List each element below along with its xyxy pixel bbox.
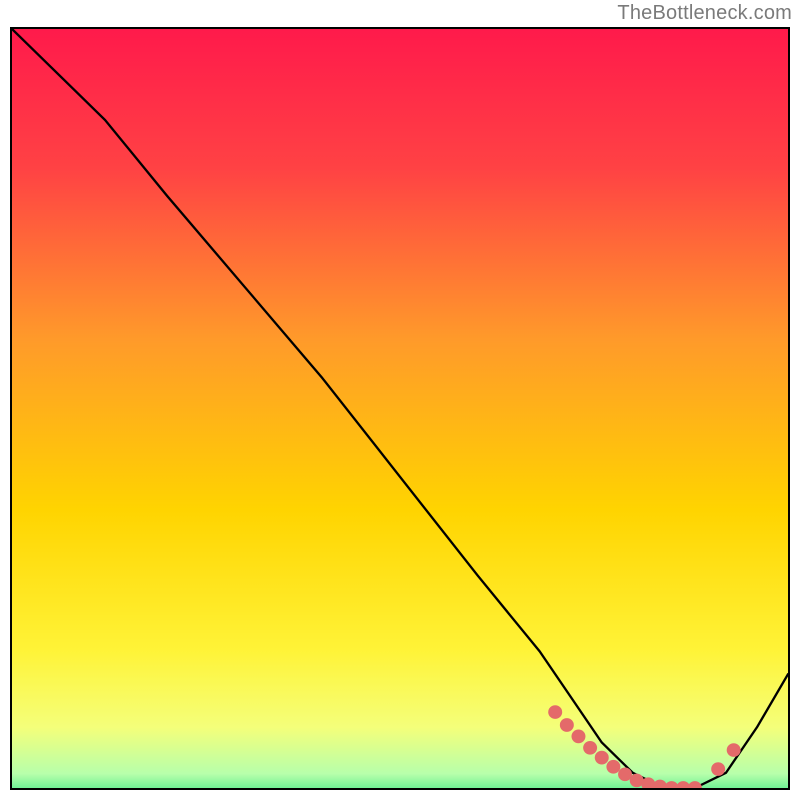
curve-marker [711, 762, 725, 776]
curve-marker [688, 781, 702, 788]
curve-marker [727, 743, 741, 757]
curve-marker [548, 705, 562, 719]
attribution-text: TheBottleneck.com [617, 2, 792, 25]
chart-plot-area [10, 27, 790, 790]
curve-marker [606, 760, 620, 774]
curve-marker [583, 741, 597, 755]
curve-marker [571, 730, 585, 744]
bottleneck-curve [12, 29, 788, 788]
curve-marker [595, 751, 609, 765]
curve-marker [560, 718, 574, 732]
